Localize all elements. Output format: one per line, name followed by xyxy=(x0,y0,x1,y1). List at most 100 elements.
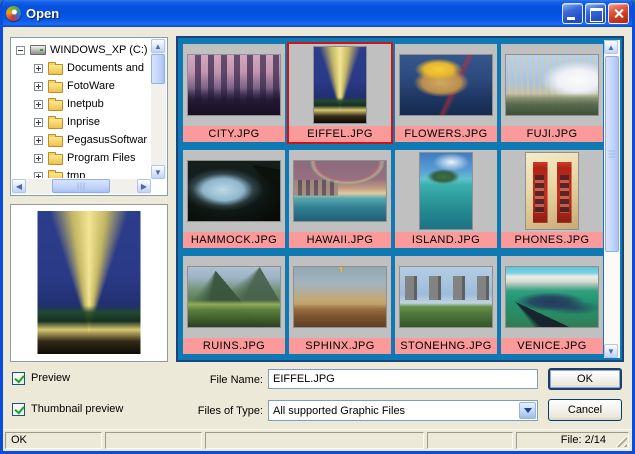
thumbnail-sphinx-jpg[interactable]: SPHINX.JPG xyxy=(289,256,391,354)
tree-item-windows-xp-c[interactable]: WINDOWS_XP (C:) xyxy=(12,41,150,59)
expand-icon[interactable] xyxy=(34,136,43,145)
thumbnail-preview-checkbox[interactable]: Thumbnail preview xyxy=(12,402,123,416)
scrollbar-thumb[interactable] xyxy=(52,179,110,193)
thumbnail-label: STONEHNG.JPG xyxy=(395,338,497,354)
resize-grip[interactable] xyxy=(614,434,627,447)
tree-item-pegasussoftwar[interactable]: PegasusSoftwar xyxy=(12,131,150,149)
status-panel-1: OK xyxy=(5,432,102,449)
scroll-down-icon[interactable]: ▼ xyxy=(604,344,618,358)
thumbnail-label: HAWAII.JPG xyxy=(289,232,391,248)
tree-item-documents-and[interactable]: Documents and xyxy=(12,59,150,77)
status-panel-3 xyxy=(205,432,424,449)
scrollbar-thumb[interactable] xyxy=(605,56,619,252)
thumbnail-hammock-jpg[interactable]: HAMMOCK.JPG xyxy=(183,150,285,248)
scroll-down-icon[interactable]: ▼ xyxy=(151,165,165,179)
chevron-down-icon xyxy=(524,408,532,413)
tree-vertical-scrollbar[interactable]: ▲ ▼ xyxy=(151,39,166,179)
folder-icon xyxy=(48,154,63,165)
thumbnail-phones-jpg[interactable]: PHONES.JPG xyxy=(501,150,603,248)
thumbnail-label: FLOWERS.JPG xyxy=(395,126,497,142)
scroll-up-icon[interactable]: ▲ xyxy=(151,39,165,53)
file-name-label: File Name: xyxy=(143,374,263,386)
folder-icon xyxy=(48,64,63,75)
files-of-type-select[interactable]: All supported Graphic Files xyxy=(268,400,538,421)
thumbnail-image xyxy=(188,161,280,221)
close-button[interactable] xyxy=(608,3,629,24)
thumbnail-image xyxy=(420,153,472,229)
tree-item-fotoware[interactable]: FotoWare xyxy=(12,77,150,95)
thumbnail-grid: CITY.JPG EIFFEL.JPG FLOWERS.JPG FUJI.JPG… xyxy=(180,40,604,358)
expand-icon[interactable] xyxy=(34,118,43,127)
thumbnail-label: FUJI.JPG xyxy=(501,126,603,142)
thumbnail-label: RUINS.JPG xyxy=(183,338,285,354)
folder-icon xyxy=(48,100,63,111)
thumbnail-image xyxy=(526,153,578,229)
thumbnail-venice-jpg[interactable]: VENICE.JPG xyxy=(501,256,603,354)
thumbnail-label: PHONES.JPG xyxy=(501,232,603,248)
tree-children: Documents and FotoWare Inetpub Inprise P… xyxy=(12,59,150,178)
ok-button[interactable]: OK xyxy=(548,368,622,390)
scroll-up-icon[interactable]: ▲ xyxy=(604,40,618,54)
tree-item-inetpub[interactable]: Inetpub xyxy=(12,95,150,113)
thumbnail-flowers-jpg[interactable]: FLOWERS.JPG xyxy=(395,44,497,142)
dropdown-button[interactable] xyxy=(519,402,536,419)
file-name-input[interactable] xyxy=(268,369,538,389)
minimize-button[interactable] xyxy=(562,3,583,24)
titlebar-buttons xyxy=(562,3,629,24)
tree-item-inprise[interactable]: Inprise xyxy=(12,113,150,131)
preview-checkbox[interactable]: Preview xyxy=(12,371,70,385)
thumbnail-label: SPHINX.JPG xyxy=(289,338,391,354)
tree-horizontal-scrollbar[interactable]: ◀ ▶ xyxy=(12,179,151,194)
thumbnail-image xyxy=(314,47,366,123)
thumbnail-label: HAMMOCK.JPG xyxy=(183,232,285,248)
thumbnail-image xyxy=(294,161,386,221)
thumbnail-panel: CITY.JPG EIFFEL.JPG FLOWERS.JPG FUJI.JPG… xyxy=(176,36,624,362)
scroll-right-icon[interactable]: ▶ xyxy=(137,179,151,193)
scroll-left-icon[interactable]: ◀ xyxy=(12,179,26,193)
folder-icon xyxy=(48,136,63,147)
status-panel-2 xyxy=(105,432,202,449)
thumbnail-fuji-jpg[interactable]: FUJI.JPG xyxy=(501,44,603,142)
tree-item-tmp[interactable]: tmp xyxy=(12,167,150,178)
collapse-icon[interactable] xyxy=(16,46,25,55)
thumbnail-hawaii-jpg[interactable]: HAWAII.JPG xyxy=(289,150,391,248)
titlebar[interactable]: Open xyxy=(0,0,635,27)
expand-icon[interactable] xyxy=(34,82,43,91)
preview-image-eiffel xyxy=(38,211,141,354)
maximize-button[interactable] xyxy=(585,3,606,24)
app-icon xyxy=(4,4,22,22)
scrollbar-thumb[interactable] xyxy=(151,54,165,84)
thumbnail-label: EIFFEL.JPG xyxy=(289,126,391,142)
folder-tree: WINDOWS_XP (C:) Documents and FotoWare I… xyxy=(12,39,150,178)
thumbnail-image xyxy=(188,55,280,115)
expand-icon[interactable] xyxy=(34,154,43,163)
expand-icon[interactable] xyxy=(34,172,43,179)
thumbnail-label: ISLAND.JPG xyxy=(395,232,497,248)
status-panel-5: File: 2/14 xyxy=(516,432,629,449)
open-dialog: Open WINDOWS_XP (C:) Documents and FotoW… xyxy=(0,0,635,454)
window-title: Open xyxy=(26,6,59,21)
checkbox-label: Thumbnail preview xyxy=(31,403,123,415)
thumbnail-stonehng-jpg[interactable]: STONEHNG.JPG xyxy=(395,256,497,354)
folder-icon xyxy=(48,82,63,93)
status-bar: OK File: 2/14 xyxy=(3,429,632,451)
drive-icon xyxy=(30,45,46,55)
tree-item-program-files[interactable]: Program Files xyxy=(12,149,150,167)
expand-icon[interactable] xyxy=(34,100,43,109)
thumbnail-vertical-scrollbar[interactable]: ▲ ▼ xyxy=(604,40,620,358)
thumbnail-island-jpg[interactable]: ISLAND.JPG xyxy=(395,150,497,248)
folder-tree-panel: WINDOWS_XP (C:) Documents and FotoWare I… xyxy=(10,37,168,196)
thumbnail-eiffel-jpg[interactable]: EIFFEL.JPG xyxy=(289,44,391,142)
thumbnail-city-jpg[interactable]: CITY.JPG xyxy=(183,44,285,142)
checkbox-check-icon[interactable] xyxy=(12,403,25,416)
preview-panel xyxy=(10,204,168,362)
expand-icon[interactable] xyxy=(34,64,43,73)
thumbnail-label: VENICE.JPG xyxy=(501,338,603,354)
folder-icon xyxy=(48,172,63,179)
selected-file-type: All supported Graphic Files xyxy=(269,405,518,417)
thumbnail-ruins-jpg[interactable]: RUINS.JPG xyxy=(183,256,285,354)
cancel-button[interactable]: Cancel xyxy=(548,399,622,421)
checkbox-check-icon[interactable] xyxy=(12,372,25,385)
thumbnail-image xyxy=(294,267,386,327)
folder-icon xyxy=(48,118,63,129)
